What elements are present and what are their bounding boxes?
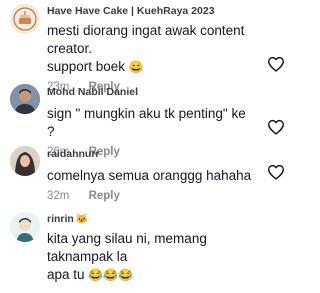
comment-timestamp: 32m [47, 190, 70, 202]
like-button[interactable] [264, 115, 288, 139]
comment-username[interactable]: Mohd Nabil Daniel [47, 86, 256, 99]
comment-text-line: kita yang silau ni, memang taknampak la [47, 231, 207, 264]
man-photo-avatar-icon [10, 84, 40, 114]
grinning-emoji-icon: 😄 [128, 60, 144, 75]
avatar[interactable] [10, 146, 40, 176]
comment-text-line-2: apa tu [47, 267, 85, 282]
avatar[interactable] [10, 212, 40, 242]
comment-meta: 32m Reply [47, 189, 256, 203]
hijab-woman-avatar-icon [10, 146, 40, 176]
avatar[interactable] [10, 4, 40, 34]
comment-text-line-2: support boek [47, 59, 126, 74]
avatar[interactable] [10, 84, 40, 114]
comment-text: mesti diorang ingat awak content creator… [47, 22, 256, 76]
comment-text-line: mesti diorang ingat awak content creator… [47, 23, 245, 56]
comment-list: Have Have Cake | KuehRaya 2023 mesti dio… [0, 0, 300, 293]
comment-username[interactable]: raidahnurr [47, 148, 256, 161]
illustration-avatar-icon [10, 212, 40, 242]
reply-button[interactable]: Reply [89, 190, 120, 202]
comment-text-line: apa tu 😂😂😂 [47, 266, 256, 284]
cake-shop-logo-icon [10, 4, 40, 34]
like-button[interactable] [264, 52, 288, 76]
comment-username[interactable]: rinrin 🐱 [47, 213, 256, 226]
comment-text: comelnya semua oranggg hahaha [47, 168, 252, 183]
comment-text: kita yang silau ni, memang taknampak la … [47, 230, 256, 284]
cat-emoji-icon: 🐱 [75, 214, 89, 225]
comment-text-line: support boek 😄 [47, 58, 256, 76]
tears-of-joy-emoji-icon: 😂😂😂 [88, 268, 134, 283]
heart-outline-icon [267, 56, 284, 72]
comment-username-text: rinrin [47, 213, 74, 225]
comment-username[interactable]: Have Have Cake | KuehRaya 2023 [47, 5, 256, 18]
heart-outline-icon [267, 119, 284, 135]
heart-outline-icon [267, 164, 284, 180]
comment-text: sign " mungkin aku tk penting" ke ? [47, 106, 246, 139]
like-button[interactable] [264, 160, 288, 184]
